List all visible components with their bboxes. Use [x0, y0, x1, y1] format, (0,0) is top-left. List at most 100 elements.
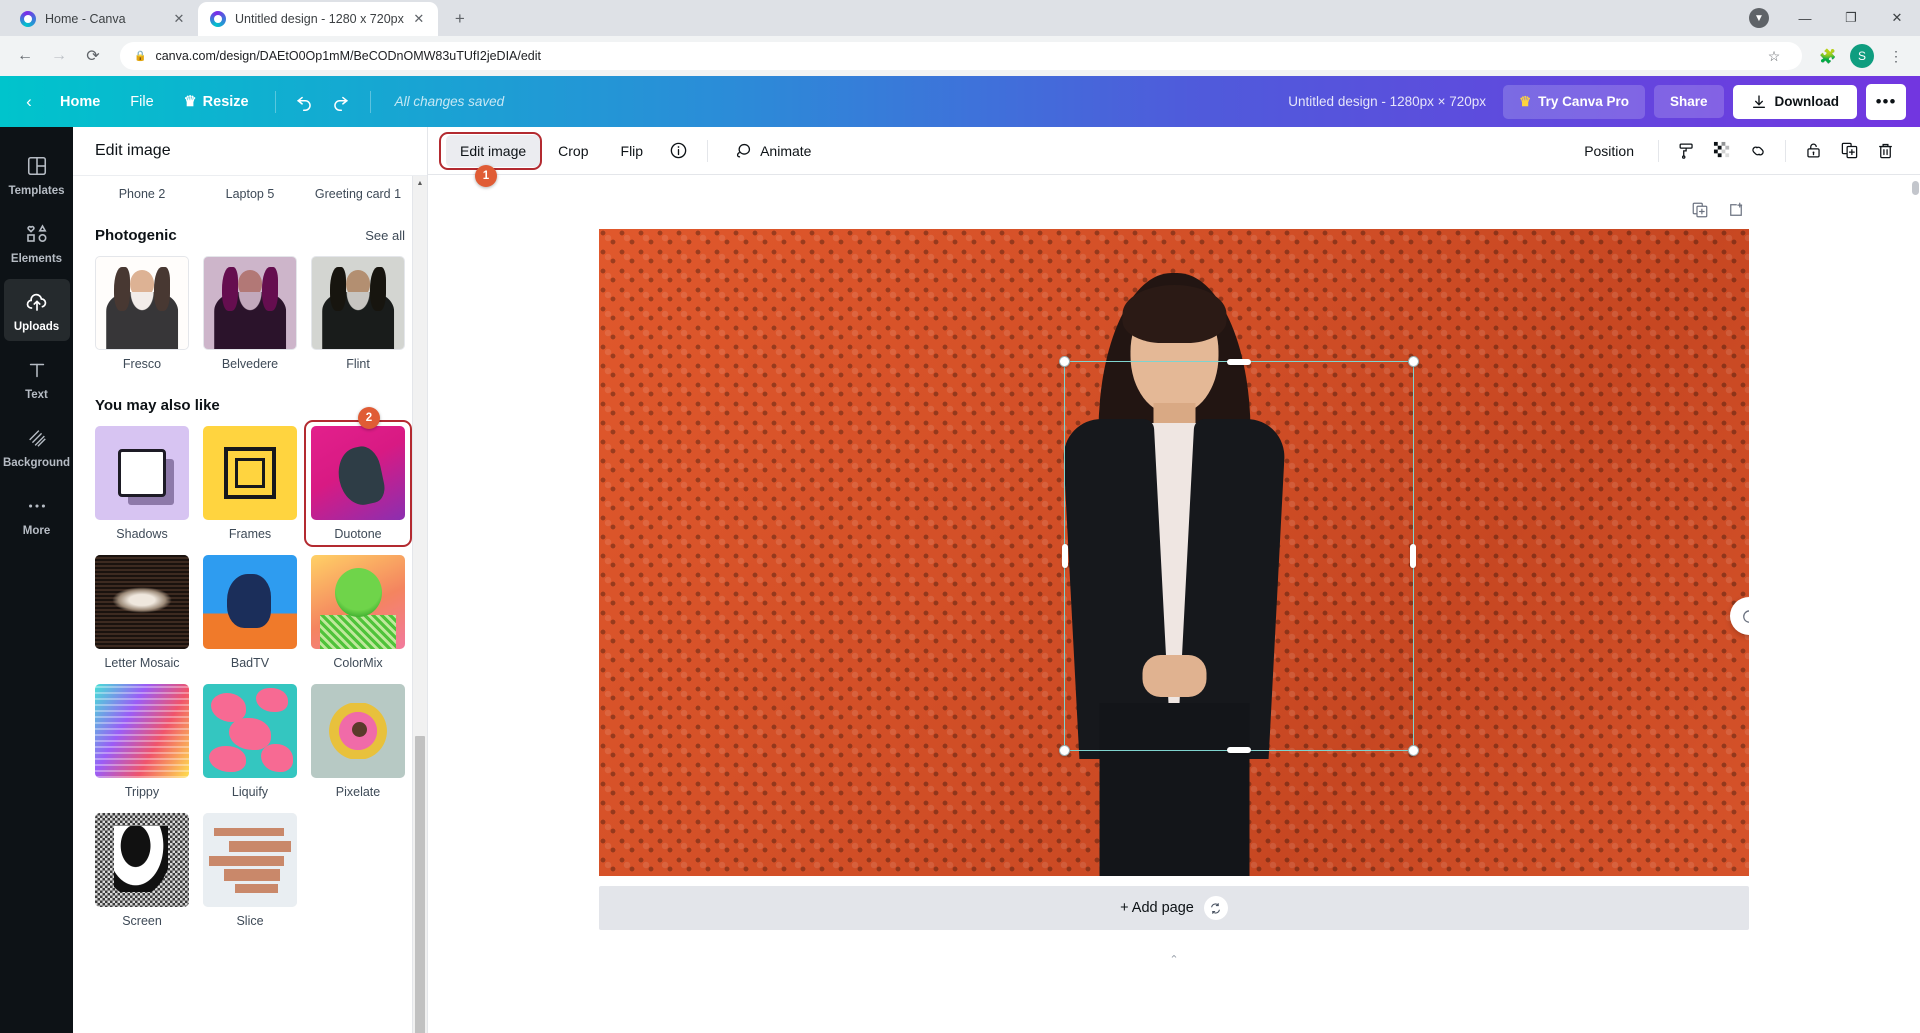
extensions-puzzle-icon[interactable]: 🧩 [1814, 42, 1842, 70]
shadows-effect-card[interactable]: Shadows [95, 426, 189, 541]
liquify-effect-card[interactable]: Liquify [203, 684, 297, 799]
design-page[interactable] [599, 229, 1749, 876]
animate-button[interactable]: Animate [720, 133, 825, 168]
header-more-button[interactable]: ••• [1866, 83, 1906, 120]
scroll-up-icon[interactable]: ▲ [413, 176, 427, 190]
thumb-caption: Laptop 5 [225, 187, 275, 201]
panel-scroll-thumb[interactable] [415, 736, 425, 1033]
rotate-icon[interactable] [1730, 597, 1749, 635]
forward-icon[interactable]: → [44, 41, 74, 71]
effect-label: ColorMix [333, 656, 383, 670]
lock-icon: 🔒 [134, 50, 147, 62]
trash-icon[interactable] [1868, 134, 1902, 168]
duplicate-page-icon[interactable] [1687, 197, 1713, 223]
effect-label: Pixelate [335, 785, 381, 799]
redo-icon[interactable] [324, 85, 358, 119]
effect-thumbnail [95, 684, 189, 778]
profile-avatar[interactable]: S [1850, 44, 1874, 68]
address-bar[interactable]: 🔒 canva.com/design/DAEtO0Op1mM/BeCODnOMW… [120, 42, 1802, 70]
sidebar-label: More [22, 525, 51, 537]
effect-thumbnail [203, 555, 297, 649]
canvas-scrollbar[interactable] [1911, 175, 1920, 1033]
new-tab-button[interactable]: + [446, 5, 474, 33]
sidebar-item-text[interactable]: Text [4, 347, 70, 409]
toolbar-divider [1785, 139, 1786, 162]
edit-image-toolbar-button[interactable]: Edit image [446, 134, 541, 167]
add-page-bar[interactable]: + Add page [599, 886, 1749, 930]
download-button[interactable]: Download [1732, 84, 1857, 119]
selection-handle-top-right [1408, 356, 1419, 367]
design-title[interactable]: Untitled design - 1280px × 720px [1288, 94, 1486, 109]
filter-thumbnail [311, 256, 405, 350]
sidebar-item-uploads[interactable]: Uploads [3, 279, 70, 341]
bookmark-star-icon[interactable]: ☆ [1760, 42, 1788, 70]
refresh-icon[interactable] [1203, 896, 1228, 920]
filter-card-belvedere[interactable]: Belvedere [203, 256, 297, 371]
slice-effect-card[interactable]: Slice [203, 813, 297, 928]
add-page-icon[interactable] [1723, 197, 1749, 223]
sidebar-item-templates[interactable]: Templates [4, 143, 70, 205]
partial-thumb-row: Phone 2 Laptop 5 Greeting card 1 [95, 180, 405, 201]
back-icon[interactable]: ← [10, 41, 40, 71]
undo-icon[interactable] [288, 85, 322, 119]
duplicate-icon[interactable] [1832, 134, 1866, 168]
sidebar-item-elements[interactable]: Elements [4, 211, 70, 273]
thumb-caption: Phone 2 [118, 187, 166, 201]
position-button[interactable]: Position [1570, 135, 1648, 167]
window-close-button[interactable]: ✕ [1874, 0, 1920, 36]
chrome-profile-icon[interactable]: ▼ [1736, 0, 1782, 36]
sidebar-item-background[interactable]: Background [3, 415, 70, 477]
canva-favicon-icon [20, 11, 36, 27]
resize-button[interactable]: ♛ Resize [170, 87, 263, 117]
reload-icon[interactable]: ⟳ [78, 41, 108, 71]
url-text: canva.com/design/DAEtO0Op1mM/BeCODnOMW83… [155, 49, 542, 63]
pixelate-effect-card[interactable]: Pixelate [311, 684, 405, 799]
lock-icon[interactable] [1796, 134, 1830, 168]
file-menu-button[interactable]: File [116, 87, 167, 117]
save-status: All changes saved [394, 94, 505, 109]
header-divider [369, 90, 371, 113]
home-button[interactable]: Home [46, 87, 114, 117]
elements-icon [24, 221, 50, 247]
filter-card-flint[interactable]: Flint [311, 256, 405, 371]
sidebar-label: Elements [10, 253, 63, 265]
colormix-effect-card[interactable]: ColorMix [311, 555, 405, 670]
tab-close-icon[interactable]: ✕ [410, 10, 428, 28]
trippy-effect-card[interactable]: Trippy [95, 684, 189, 799]
window-minimize-button[interactable]: — [1782, 0, 1828, 36]
paint-roller-icon[interactable] [1669, 134, 1703, 168]
try-canva-pro-button[interactable]: ♛ Try Canva Pro [1503, 84, 1645, 119]
flip-button[interactable]: Flip [607, 135, 658, 167]
window-maximize-button[interactable]: ❐ [1828, 0, 1874, 36]
hair-fringe [1122, 285, 1226, 343]
letter-mosaic-effect-card[interactable]: Letter Mosaic [95, 555, 189, 670]
screen-effect-card[interactable]: Screen [95, 813, 189, 928]
browser-tab-1[interactable]: Home - Canva ✕ [8, 2, 198, 36]
photogenic-section-header: Photogenic See all [95, 227, 405, 244]
see-all-link[interactable]: See all [365, 228, 405, 243]
crop-button[interactable]: Crop [544, 135, 602, 167]
filter-label: Flint [346, 357, 370, 371]
back-to-home-icon[interactable]: ‹ [14, 87, 44, 117]
share-button[interactable]: Share [1653, 85, 1724, 118]
effect-label: Screen [122, 914, 162, 928]
chrome-menu-icon[interactable]: ⋮ [1882, 42, 1910, 70]
panel-scrollbar[interactable]: ▲ ▼ [412, 176, 427, 1033]
info-icon[interactable] [661, 134, 695, 168]
badtv-effect-card[interactable]: BadTV [203, 555, 297, 670]
filter-card-fresco[interactable]: Fresco [95, 256, 189, 371]
canvas-scroll-thumb[interactable] [1912, 181, 1919, 195]
tab-close-icon[interactable]: ✕ [170, 10, 188, 28]
browser-tab-2[interactable]: Untitled design - 1280 x 720px ✕ [198, 2, 438, 36]
frames-effect-card[interactable]: Frames [203, 426, 297, 541]
woman-photo-element[interactable] [1061, 273, 1287, 876]
filter-thumbnail [203, 256, 297, 350]
page-tools [599, 197, 1749, 223]
transparency-icon[interactable] [1705, 134, 1739, 168]
background-icon [24, 425, 50, 451]
browser-tab-title: Untitled design - 1280 x 720px [235, 12, 404, 26]
effect-thumbnail [95, 813, 189, 907]
duotone-effect-card[interactable]: Duotone 2 [304, 407, 412, 547]
sidebar-item-more[interactable]: More [4, 483, 70, 545]
link-icon[interactable] [1741, 134, 1775, 168]
